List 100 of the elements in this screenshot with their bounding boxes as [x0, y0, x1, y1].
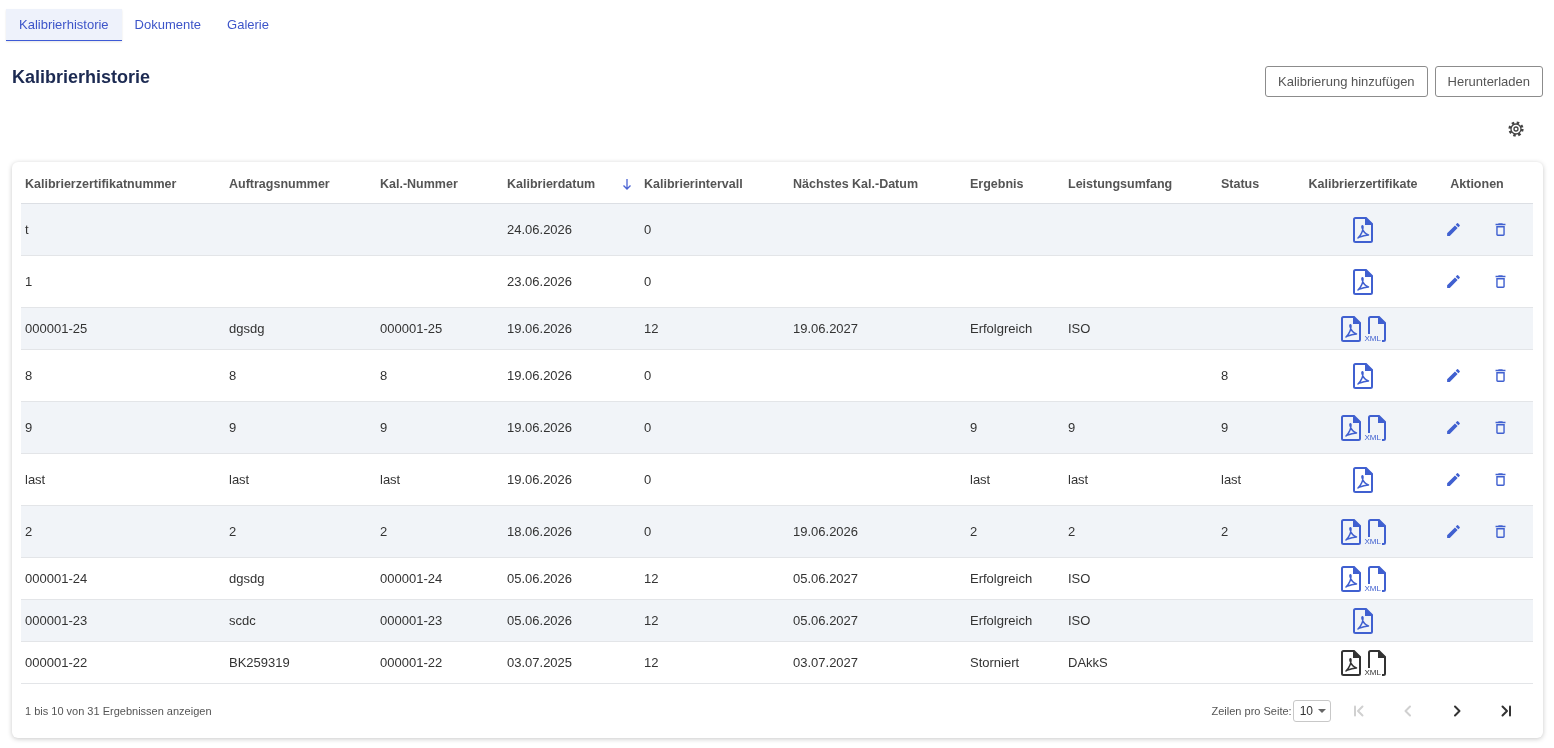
table-cell-text: 8	[228, 368, 238, 383]
table-cell-text: 12	[643, 655, 660, 670]
settings-icon[interactable]	[1508, 121, 1524, 137]
table-cell-text: 23.06.2026	[506, 274, 574, 289]
table-cell-text: 000001-22	[24, 655, 89, 670]
caret-icon	[1318, 709, 1326, 713]
table-cell-text: 0	[643, 222, 653, 237]
add-calibration-button[interactable]: Kalibrierung hinzufügen	[1265, 66, 1428, 97]
table-cell-text: 000001-24	[24, 571, 89, 586]
table-cell-text: 8	[1220, 368, 1230, 383]
table-cell-text: 19.06.2026	[506, 321, 574, 336]
table-cell-text: 03.07.2027	[792, 655, 860, 670]
rows-per-page-label: Zeilen pro Seite:	[1211, 705, 1292, 717]
column-header[interactable]: Status	[1217, 177, 1305, 191]
rows-per-page-select[interactable]: 10	[1292, 700, 1331, 722]
table-cell-text: 000001-23	[24, 613, 89, 628]
table-cell-text: 000001-23	[379, 613, 444, 628]
pdf-file-icon[interactable]	[1353, 268, 1373, 295]
page-title: Kalibrierhistorie	[12, 66, 151, 88]
table-cell-text: scdc	[228, 613, 257, 628]
column-header[interactable]: Ergebnis	[966, 177, 1064, 191]
table-cell-text: 000001-25	[379, 321, 444, 336]
table-cell-text: 19.06.2027	[792, 321, 860, 336]
table-cell-text: ISO	[1067, 613, 1092, 628]
pdf-file-icon[interactable]	[1353, 362, 1373, 389]
table-cell-text: Erfolgreich	[969, 321, 1034, 336]
table-cell-text: last	[24, 472, 47, 487]
table-cell-text: 1	[24, 274, 34, 289]
table-cell-text: 05.06.2026	[506, 571, 574, 586]
pencil-icon	[1445, 273, 1462, 290]
pencil-icon	[1445, 471, 1462, 488]
table-cell-text: 18.06.2026	[506, 524, 574, 539]
pdf-file-icon[interactable]	[1340, 649, 1361, 676]
column-header[interactable]: Kal.-Nummer	[376, 177, 503, 191]
table-cell-text: last	[1220, 472, 1243, 487]
table-cell-text: 2	[969, 524, 979, 539]
column-header[interactable]: Auftragsnummer	[225, 177, 376, 191]
table-cell-text: last	[969, 472, 992, 487]
column-header[interactable]: Nächstes Kal.-Datum	[789, 177, 966, 191]
column-header[interactable]: Leistungsumfang	[1064, 177, 1217, 191]
table-cell-text: 9	[228, 420, 238, 435]
table-cell-text: 0	[643, 420, 653, 435]
download-button[interactable]: Herunterladen	[1434, 66, 1543, 97]
pencil-icon	[1445, 523, 1462, 540]
table-cell-text: 19.06.2026	[792, 524, 860, 539]
table-cell-text: 0	[643, 368, 653, 383]
table-cell-text: 2	[228, 524, 238, 539]
table-cell-text: 000001-24	[379, 571, 444, 586]
sort-arrow-icon[interactable]	[622, 178, 632, 190]
tab[interactable]: Dokumente	[121, 9, 215, 41]
table-cell-text: 12	[643, 613, 660, 628]
column-header[interactable]: Kalibrierdatum	[507, 177, 596, 191]
column-header[interactable]: Kalibrierzertifikate	[1305, 177, 1421, 191]
table-cell-text: dgsdg	[228, 571, 266, 586]
table-cell-text: 2	[1067, 524, 1077, 539]
table-cell-text: 000001-25	[24, 321, 89, 336]
tab[interactable]: Galerie	[214, 9, 282, 41]
table-cell-text: 19.06.2026	[506, 368, 574, 383]
pencil-icon	[1445, 221, 1462, 238]
table-cell-text: 0	[643, 472, 653, 487]
table-cell-text: dgsdg	[228, 321, 266, 336]
pencil-icon	[1445, 367, 1462, 384]
table-cell-text: 05.06.2026	[506, 613, 574, 628]
table-cell-text: 19.06.2026	[506, 420, 574, 435]
tab[interactable]: Kalibrierhistorie	[6, 9, 122, 41]
column-header[interactable]: Kalibrierzertifikatnummer	[21, 177, 225, 191]
table-cell-text: 000001-22	[379, 655, 444, 670]
table-cell-text: 0	[643, 524, 653, 539]
table-cell-text: 24.06.2026	[506, 222, 574, 237]
pdf-file-icon[interactable]	[1340, 565, 1361, 592]
table-cell-text: ISO	[1067, 321, 1092, 336]
column-header[interactable]: Kalibrierintervall	[640, 177, 789, 191]
table-cell-text: 9	[24, 420, 34, 435]
table-cell-text: 03.07.2025	[506, 655, 574, 670]
column-header[interactable]: Aktionen	[1421, 177, 1533, 191]
table-cell-text: 9	[1067, 420, 1077, 435]
table-cell-text: 2	[379, 524, 389, 539]
table-cell-text: t	[24, 222, 30, 237]
table-cell-text: 2	[24, 524, 34, 539]
table-cell-text: Erfolgreich	[969, 613, 1034, 628]
table-cell-text: Storniert	[969, 655, 1021, 670]
table-cell-text: 2	[1220, 524, 1230, 539]
pencil-icon	[1445, 419, 1462, 436]
table-cell-text: DAkkS	[1067, 655, 1109, 670]
table-cell-text: 9	[969, 420, 979, 435]
table-cell-text: 05.06.2027	[792, 613, 860, 628]
table-cell-text: last	[379, 472, 402, 487]
table-cell-text: 12	[643, 321, 660, 336]
table-cell-text: last	[1067, 472, 1090, 487]
table-cell-text: 8	[24, 368, 34, 383]
table-cell-text: Erfolgreich	[969, 571, 1034, 586]
table-cell-text: 05.06.2027	[792, 571, 860, 586]
table-cell-text: BK259319	[228, 655, 291, 670]
table-cell-text: 19.06.2026	[506, 472, 574, 487]
table-cell-text: 9	[1220, 420, 1230, 435]
table-cell-text: ISO	[1067, 571, 1092, 586]
pdf-file-icon[interactable]	[1353, 466, 1373, 493]
results-summary: 1 bis 10 von 31 Ergebnissen anzeigen	[25, 705, 212, 717]
table-cell-text: 0	[643, 274, 653, 289]
table-cell-text: last	[228, 472, 251, 487]
